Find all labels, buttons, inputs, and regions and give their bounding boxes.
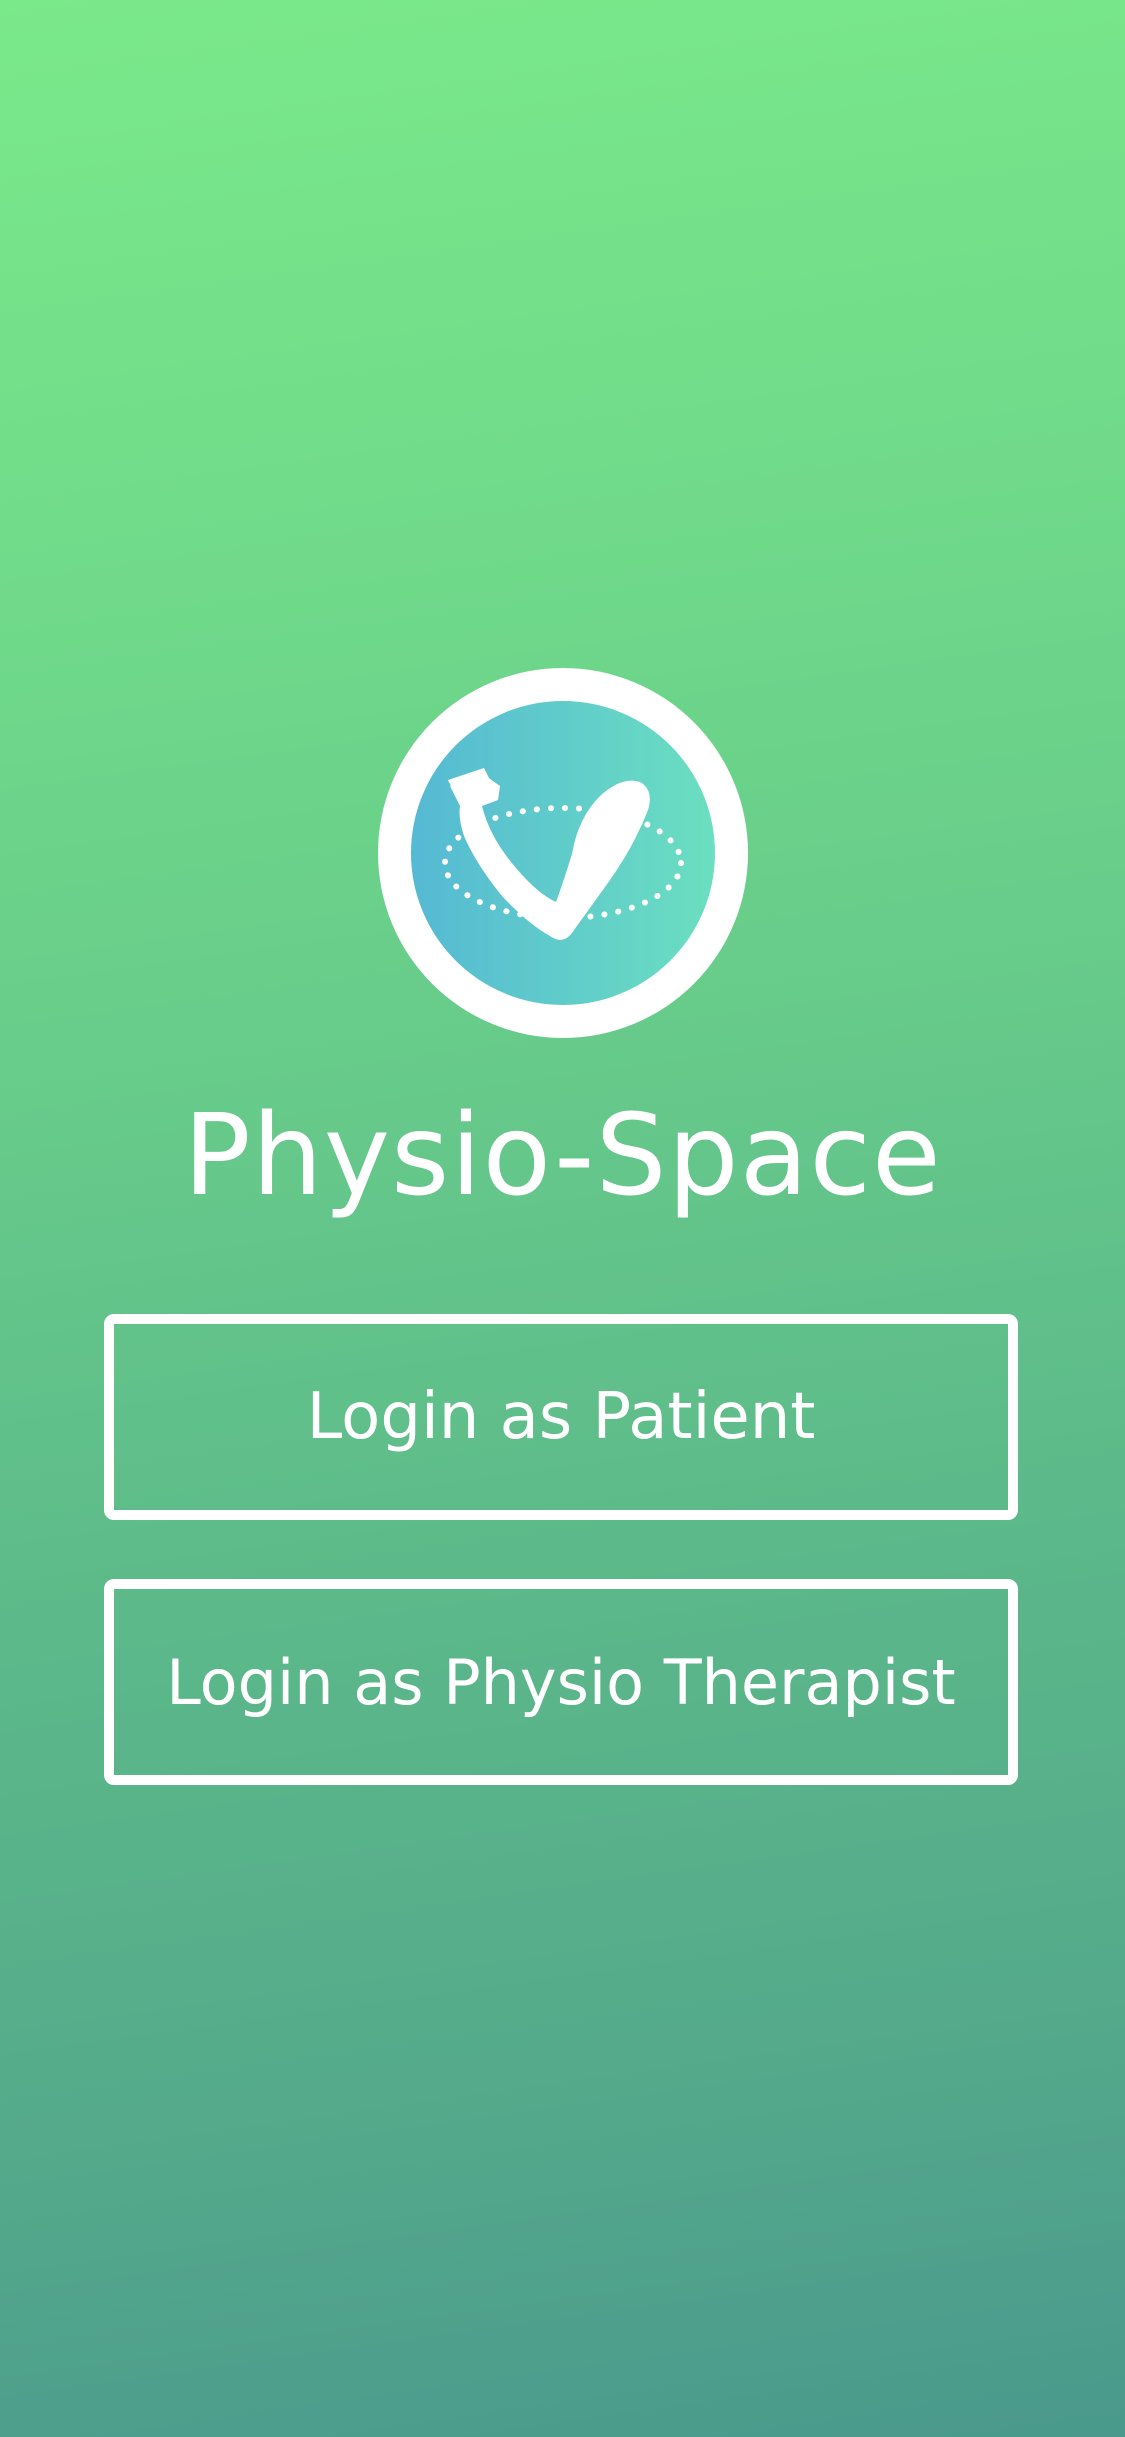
login-patient-button[interactable]: Login as Patient bbox=[104, 1314, 1018, 1520]
flexed-arm-icon bbox=[378, 668, 748, 1038]
login-therapist-button[interactable]: Login as Physio Therapist bbox=[104, 1579, 1018, 1785]
app-logo bbox=[378, 668, 748, 1038]
login-screen: Physio-Space Login as Patient Login as P… bbox=[0, 0, 1125, 2437]
app-title: Physio-Space bbox=[183, 1091, 942, 1221]
